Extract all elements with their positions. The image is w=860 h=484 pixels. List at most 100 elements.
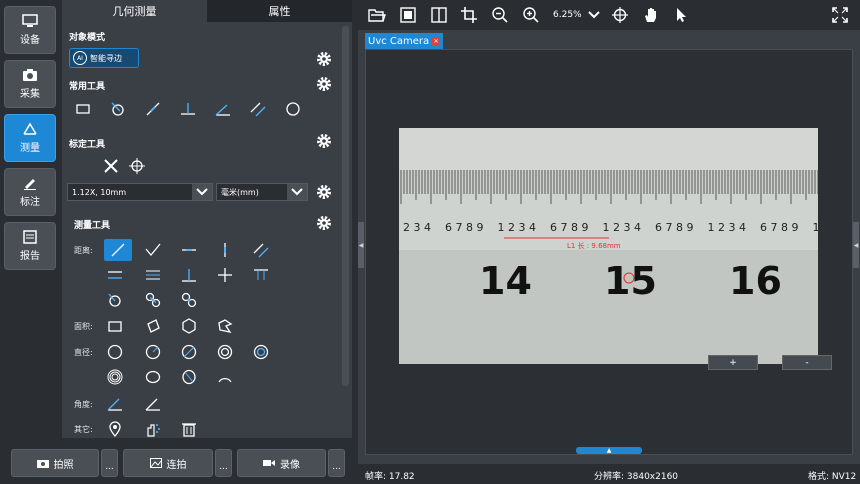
record-button[interactable]: 录像: [237, 449, 326, 477]
distance-cross-tool-icon[interactable]: [214, 264, 236, 286]
area-freehand-tool-icon[interactable]: [214, 315, 236, 337]
zoom-out-icon[interactable]: [489, 4, 511, 26]
location-pin-icon[interactable]: [104, 418, 126, 440]
parallel-tool-icon[interactable]: [247, 98, 269, 120]
calibration-heading: 标定工具: [69, 140, 106, 150]
diameter-through-tool-icon[interactable]: [178, 341, 200, 363]
gear-icon[interactable]: [316, 215, 332, 231]
angle-tool-icon[interactable]: [212, 98, 234, 120]
collapse-left-handle[interactable]: ◀: [358, 222, 364, 268]
circle-line-tool-icon[interactable]: [107, 98, 129, 120]
smart-edge-button[interactable]: AI 智能寻边: [69, 48, 139, 68]
photo-button[interactable]: 拍照: [11, 449, 99, 477]
burst-more-button[interactable]: ...: [215, 449, 232, 477]
ruler-number-15: 15: [604, 259, 657, 303]
nav-capture-button[interactable]: 采集: [4, 60, 56, 108]
distance-tshape-tool-icon[interactable]: [250, 264, 272, 286]
record-button-label: 录像: [280, 459, 300, 471]
svg-text:1: 1: [813, 221, 819, 234]
distance-parallel-tool-icon[interactable]: [250, 239, 272, 261]
hand-pan-icon[interactable]: [640, 4, 662, 26]
diameter-circle-tool-icon[interactable]: [104, 341, 126, 363]
zoom-in-icon[interactable]: [520, 4, 542, 26]
area-polygon-tool-icon[interactable]: [178, 315, 200, 337]
fullscreen-icon[interactable]: [829, 4, 851, 26]
gear-icon[interactable]: [316, 51, 332, 67]
line-tool-icon[interactable]: [142, 98, 164, 120]
gear-icon[interactable]: [316, 133, 332, 149]
zoom-plus-button[interactable]: +: [708, 355, 758, 370]
rectangle-tool-icon[interactable]: [72, 98, 94, 120]
svg-text:1: 1: [498, 221, 505, 234]
nav-device-button[interactable]: 设备: [4, 6, 56, 54]
point-count-icon[interactable]: [142, 418, 164, 440]
crop-icon[interactable]: [458, 4, 480, 26]
diameter-ring-tool-icon[interactable]: [250, 341, 272, 363]
gear-icon[interactable]: [316, 184, 332, 200]
nav-measure-label: 测量: [20, 143, 40, 154]
camera-image[interactable]: L1 长 : 9.68mm 14 15 16 23467891234678912…: [399, 128, 818, 364]
close-icon[interactable]: ✕: [432, 37, 441, 45]
camera-tab[interactable]: Uvc Camera ✕: [365, 33, 443, 49]
video-icon: [263, 460, 275, 466]
tab-properties[interactable]: 属性: [207, 0, 352, 22]
nav-report-label: 报告: [20, 251, 40, 262]
zoom-minus-button[interactable]: -: [782, 355, 832, 370]
record-more-button[interactable]: ...: [328, 449, 345, 477]
distance-vertical-tool-icon[interactable]: [214, 239, 236, 261]
collapse-right-handle[interactable]: ◀: [853, 222, 859, 268]
distance-line-tool-icon[interactable]: [104, 239, 132, 261]
diameter-concentric-tool-icon[interactable]: [214, 341, 236, 363]
distance-point-circle-tool-icon[interactable]: [104, 289, 126, 311]
pointer-icon[interactable]: [670, 4, 692, 26]
perpendicular-tool-icon[interactable]: [177, 98, 199, 120]
tab-geometry[interactable]: 几何测量: [62, 0, 207, 22]
distance-horizontal-tool-icon[interactable]: [178, 239, 200, 261]
open-folder-icon[interactable]: [366, 4, 388, 26]
calibrate-ruler-icon[interactable]: [100, 155, 122, 177]
svg-text:2: 2: [508, 221, 515, 234]
angle-two-line-tool-icon[interactable]: [142, 393, 164, 415]
svg-text:9: 9: [687, 221, 694, 234]
distance-circle-gap-tool-icon[interactable]: [178, 289, 200, 311]
angle-three-point-tool-icon[interactable]: [104, 393, 126, 415]
calibration-select[interactable]: 1.12X, 10mm: [67, 183, 213, 201]
svg-text:2: 2: [613, 221, 620, 234]
calibration-select-value: 1.12X, 10mm: [72, 187, 127, 197]
distance-perp-tool-icon[interactable]: [178, 264, 200, 286]
circle-tool-icon[interactable]: [282, 98, 304, 120]
crosshair-calibrate-icon[interactable]: [126, 155, 148, 177]
nav-annotate-button[interactable]: 标注: [4, 168, 56, 216]
nav-measure-button[interactable]: 测量: [4, 114, 56, 162]
trash-icon[interactable]: [178, 418, 200, 440]
diameter-radius-tool-icon[interactable]: [142, 341, 164, 363]
gear-icon[interactable]: [316, 76, 332, 92]
unit-select[interactable]: 毫米(mm): [216, 183, 308, 201]
distance-polyline-tool-icon[interactable]: [142, 239, 164, 261]
distance-multi-tool-icon[interactable]: [142, 264, 164, 286]
split-view-icon[interactable]: [428, 4, 450, 26]
distance-two-circles-tool-icon[interactable]: [142, 289, 164, 311]
svg-text:9: 9: [477, 221, 484, 234]
diameter-ellipse-axis-tool-icon[interactable]: [178, 366, 200, 388]
area-rotated-rect-tool-icon[interactable]: [142, 315, 164, 337]
crosshair-icon[interactable]: [609, 4, 631, 26]
burst-button[interactable]: 连拍: [123, 449, 213, 477]
fit-window-icon[interactable]: [397, 4, 419, 26]
area-rectangle-tool-icon[interactable]: [104, 315, 126, 337]
diameter-ellipse-tool-icon[interactable]: [142, 366, 164, 388]
expand-handle[interactable]: ▲: [576, 447, 642, 454]
diameter-multi-ring-tool-icon[interactable]: [104, 366, 126, 388]
zoom-dropdown-chevron-icon[interactable]: [583, 4, 605, 26]
diameter-arc-tool-icon[interactable]: [214, 366, 236, 388]
nav-report-button[interactable]: 报告: [4, 222, 56, 270]
svg-text:7: 7: [456, 221, 463, 234]
distance-hparallel-tool-icon[interactable]: [104, 264, 126, 286]
panel-scrollbar[interactable]: [342, 26, 349, 386]
camera-tab-title: Uvc Camera: [368, 35, 430, 47]
svg-text:9: 9: [792, 221, 799, 234]
photo-more-button[interactable]: ...: [101, 449, 118, 477]
chevron-down-icon: [192, 184, 212, 200]
nav-capture-label: 采集: [20, 89, 40, 100]
svg-text:3: 3: [729, 221, 736, 234]
